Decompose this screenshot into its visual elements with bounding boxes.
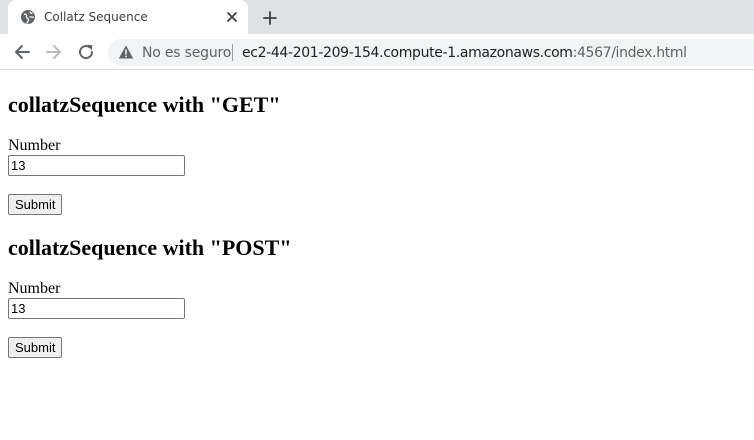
warning-icon[interactable] (118, 44, 134, 60)
page-content: collatzSequence with "GET" Number Submit… (8, 71, 748, 358)
get-submit-button[interactable]: Submit (8, 194, 63, 215)
address-separator (232, 44, 233, 61)
get-number-label: Number (8, 137, 61, 154)
security-label[interactable]: No es seguro (142, 45, 231, 61)
address-bar[interactable]: No es seguro ec2-44-201-209-154.compute-… (108, 39, 754, 66)
plus-icon[interactable] (260, 8, 280, 28)
url-host: ec2-44-201-209-154.compute-1.amazonaws.c… (242, 45, 573, 61)
globe-icon (21, 10, 35, 24)
arrow-left-icon[interactable] (12, 42, 32, 62)
url-text[interactable]: ec2-44-201-209-154.compute-1.amazonaws.c… (242, 45, 687, 61)
post-form: collatzSequence with "POST" Number Submi… (8, 235, 748, 358)
post-submit-button[interactable]: Submit (8, 337, 63, 358)
get-form: collatzSequence with "GET" Number Submit (8, 92, 748, 215)
post-number-label: Number (8, 280, 61, 297)
arrow-right-icon[interactable] (44, 42, 64, 62)
reload-icon[interactable] (76, 42, 96, 62)
tab-title: Collatz Sequence (44, 10, 148, 24)
browser-toolbar: No es seguro ec2-44-201-209-154.compute-… (0, 34, 754, 70)
browser-tab[interactable]: Collatz Sequence (8, 0, 248, 34)
close-icon[interactable] (224, 9, 240, 25)
get-number-input[interactable] (8, 155, 185, 176)
post-number-input[interactable] (8, 298, 185, 319)
url-path: :4567/index.html (572, 45, 687, 61)
tab-strip: Collatz Sequence (0, 0, 754, 34)
get-heading: collatzSequence with "GET" (8, 92, 281, 117)
post-heading: collatzSequence with "POST" (8, 235, 292, 260)
